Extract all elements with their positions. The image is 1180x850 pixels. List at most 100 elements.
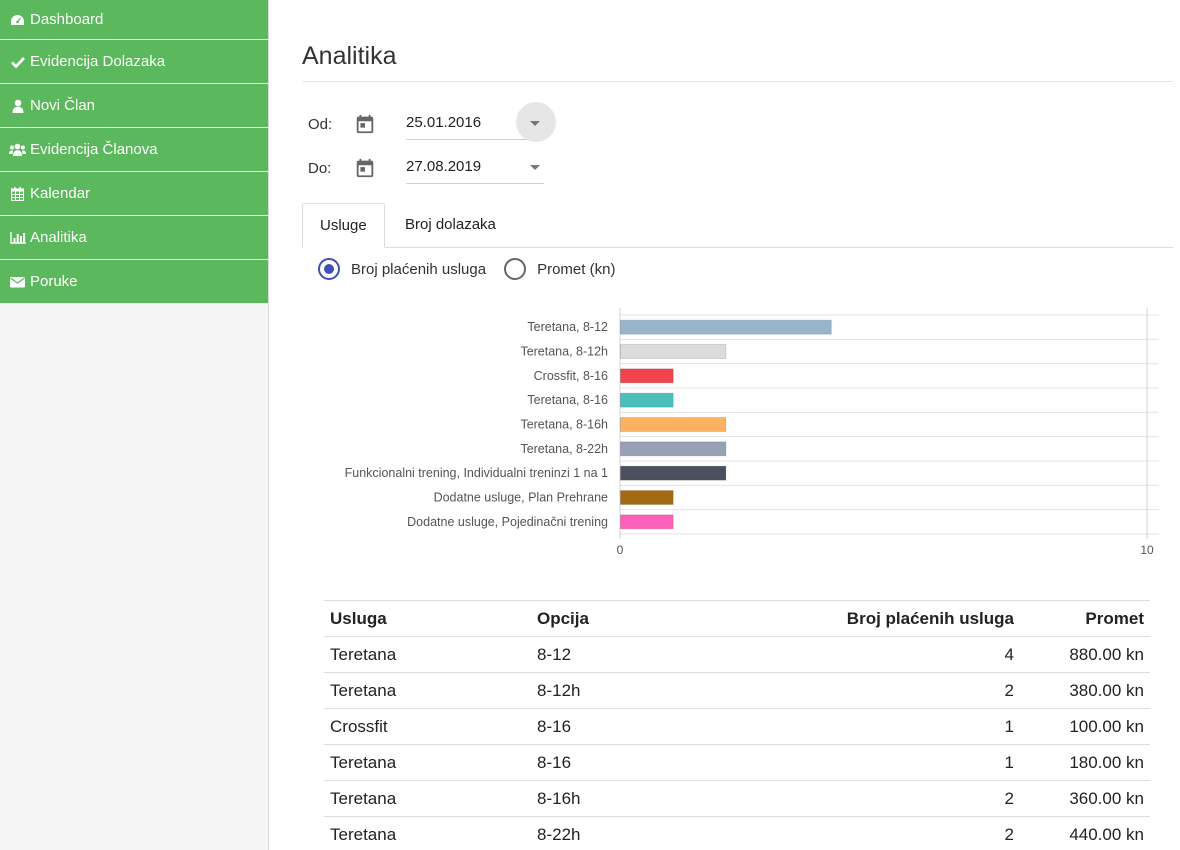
user-icon <box>9 99 26 113</box>
sidebar-item-label: Novi Član <box>30 97 96 114</box>
cell-usluga: Teretana <box>324 636 531 673</box>
column-header-usluga: Usluga <box>324 600 531 637</box>
sidebar-item-poruke[interactable]: Poruke <box>0 260 268 304</box>
chart-bar <box>620 319 832 335</box>
radio-circle[interactable] <box>318 258 340 280</box>
chart-category-label: Dodatne usluge, Pojedinačni trening <box>407 515 608 529</box>
chart-category-label: Teretana, 8-22h <box>520 442 608 456</box>
sidebar-item-label: Poruke <box>30 273 78 290</box>
cell-broj: 1 <box>771 708 1020 745</box>
column-header-broj-placenih-usluga: Broj plaćenih usluga <box>771 600 1020 637</box>
calendar-icon <box>9 186 26 201</box>
column-header-promet: Promet <box>1020 600 1150 637</box>
chart-category-label: Dodatne usluge, Plan Prehrane <box>434 491 608 505</box>
cell-usluga: Teretana <box>324 672 531 709</box>
table-header-row: Usluga Opcija Broj plaćenih usluga Prome… <box>324 600 1150 637</box>
metric-radio-group: Broj plaćenih usluga Promet (kn) <box>318 258 633 280</box>
sidebar-item-evidencija-clanova[interactable]: Evidencija Članova <box>0 128 268 172</box>
cell-promet: 360.00 kn <box>1020 780 1150 817</box>
cell-opcija: 8-22h <box>531 816 771 850</box>
radio-label: Promet (kn) <box>537 260 616 278</box>
sidebar: Dashboard Evidencija Dolazaka Novi Član … <box>0 0 269 850</box>
tab-usluge[interactable]: Usluge <box>302 203 385 248</box>
tab-broj-dolazaka[interactable]: Broj dolazaka <box>388 203 513 248</box>
chart-category-label: Teretana, 8-12 <box>527 320 608 334</box>
calendar-icon[interactable] <box>354 113 376 135</box>
chart-bar <box>620 465 727 481</box>
column-header-opcija: Opcija <box>531 600 771 637</box>
sidebar-item-analitika[interactable]: Analitika <box>0 216 268 260</box>
sidebar-item-evidencija-dolazaka[interactable]: Evidencija Dolazaka <box>0 40 268 84</box>
sidebar-item-novi-clan[interactable]: Novi Član <box>0 84 268 128</box>
table-row: Teretana 8-12h 2 380.00 kn <box>324 672 1150 709</box>
chart-bar <box>620 441 727 457</box>
envelope-icon <box>9 275 26 289</box>
services-table: Usluga Opcija Broj plaćenih usluga Prome… <box>324 600 1150 850</box>
date-to-field[interactable]: 27.08.2019 <box>406 152 544 184</box>
table-row: Teretana 8-12 4 880.00 kn <box>324 636 1150 673</box>
cell-usluga: Teretana <box>324 744 531 781</box>
radio-circle[interactable] <box>504 258 527 280</box>
sidebar-item-label: Kalendar <box>30 185 91 202</box>
sidebar-item-label: Evidencija Članova <box>30 141 158 158</box>
cell-usluga: Teretana <box>324 780 531 817</box>
cell-broj: 2 <box>771 672 1020 709</box>
date-to-row: Do: 27.08.2019 <box>308 148 544 188</box>
check-icon <box>9 55 26 69</box>
date-from-field[interactable]: 25.01.2016 <box>406 102 556 142</box>
date-to-label: Do: <box>308 159 332 177</box>
chart-category-label: Crossfit, 8-16 <box>534 369 608 383</box>
table-row: Teretana 8-22h 2 440.00 kn <box>324 816 1150 850</box>
cell-promet: 380.00 kn <box>1020 672 1150 709</box>
table-row: Teretana 8-16h 2 360.00 kn <box>324 780 1150 817</box>
bar-chart-icon <box>9 231 26 245</box>
chart-category-label: Teretana, 8-16 <box>527 393 608 407</box>
chart-bar <box>620 344 727 359</box>
table-row: Teretana 8-16 1 180.00 kn <box>324 744 1150 781</box>
sidebar-item-label: Evidencija Dolazaka <box>30 53 166 70</box>
cell-opcija: 8-16 <box>531 744 771 781</box>
cell-promet: 180.00 kn <box>1020 744 1150 781</box>
chart-bar <box>620 392 674 408</box>
dashboard-icon <box>9 13 26 27</box>
date-from-value: 25.01.2016 <box>406 114 482 131</box>
title-divider <box>302 81 1173 82</box>
sidebar-item-dashboard[interactable]: Dashboard <box>0 0 268 40</box>
cell-broj: 2 <box>771 780 1020 817</box>
cell-opcija: 8-12 <box>531 636 771 673</box>
cell-broj: 2 <box>771 816 1020 850</box>
services-bar-chart: Teretana, 8-12 Teretana, 8-12h Crossfit, 8… <box>345 308 1159 557</box>
chart-bar <box>620 417 727 432</box>
chevron-down-icon[interactable] <box>530 121 540 126</box>
cell-usluga: Crossfit <box>324 708 531 745</box>
radio-broj-placenih-usluga[interactable]: Broj plaćenih usluga <box>318 258 486 280</box>
cell-broj: 4 <box>771 636 1020 673</box>
sidebar-item-label: Analitika <box>30 229 87 246</box>
cell-opcija: 8-16h <box>531 780 771 817</box>
chart-category-label: Teretana, 8-16h <box>520 418 608 432</box>
radio-label: Broj plaćenih usluga <box>351 260 487 278</box>
cell-usluga: Teretana <box>324 816 531 850</box>
chart-category-label: Teretana, 8-12h <box>520 345 608 359</box>
users-icon <box>9 143 26 157</box>
chart-bar <box>620 368 674 384</box>
chart-bar <box>620 490 674 505</box>
calendar-icon[interactable] <box>354 157 376 179</box>
page-title: Analitika <box>302 42 397 70</box>
cell-promet: 440.00 kn <box>1020 816 1150 850</box>
chart-bar <box>620 514 674 530</box>
cell-broj: 1 <box>771 744 1020 781</box>
sidebar-item-kalendar[interactable]: Kalendar <box>0 172 268 216</box>
cell-promet: 880.00 kn <box>1020 636 1150 673</box>
radio-promet[interactable]: Promet (kn) <box>504 258 615 280</box>
chart-x-tick-label: 10 <box>1140 543 1154 557</box>
tab-bar: Usluge Broj dolazaka <box>302 203 1173 248</box>
cell-opcija: 8-12h <box>531 672 771 709</box>
table-row: Crossfit 8-16 1 100.00 kn <box>324 708 1150 745</box>
sidebar-item-label: Dashboard <box>30 11 104 28</box>
cell-promet: 100.00 kn <box>1020 708 1150 745</box>
chevron-down-icon[interactable] <box>530 165 540 170</box>
cell-opcija: 8-16 <box>531 708 771 745</box>
date-from-row: Od: 25.01.2016 <box>308 102 556 144</box>
chart-x-tick-label: 0 <box>617 543 624 557</box>
